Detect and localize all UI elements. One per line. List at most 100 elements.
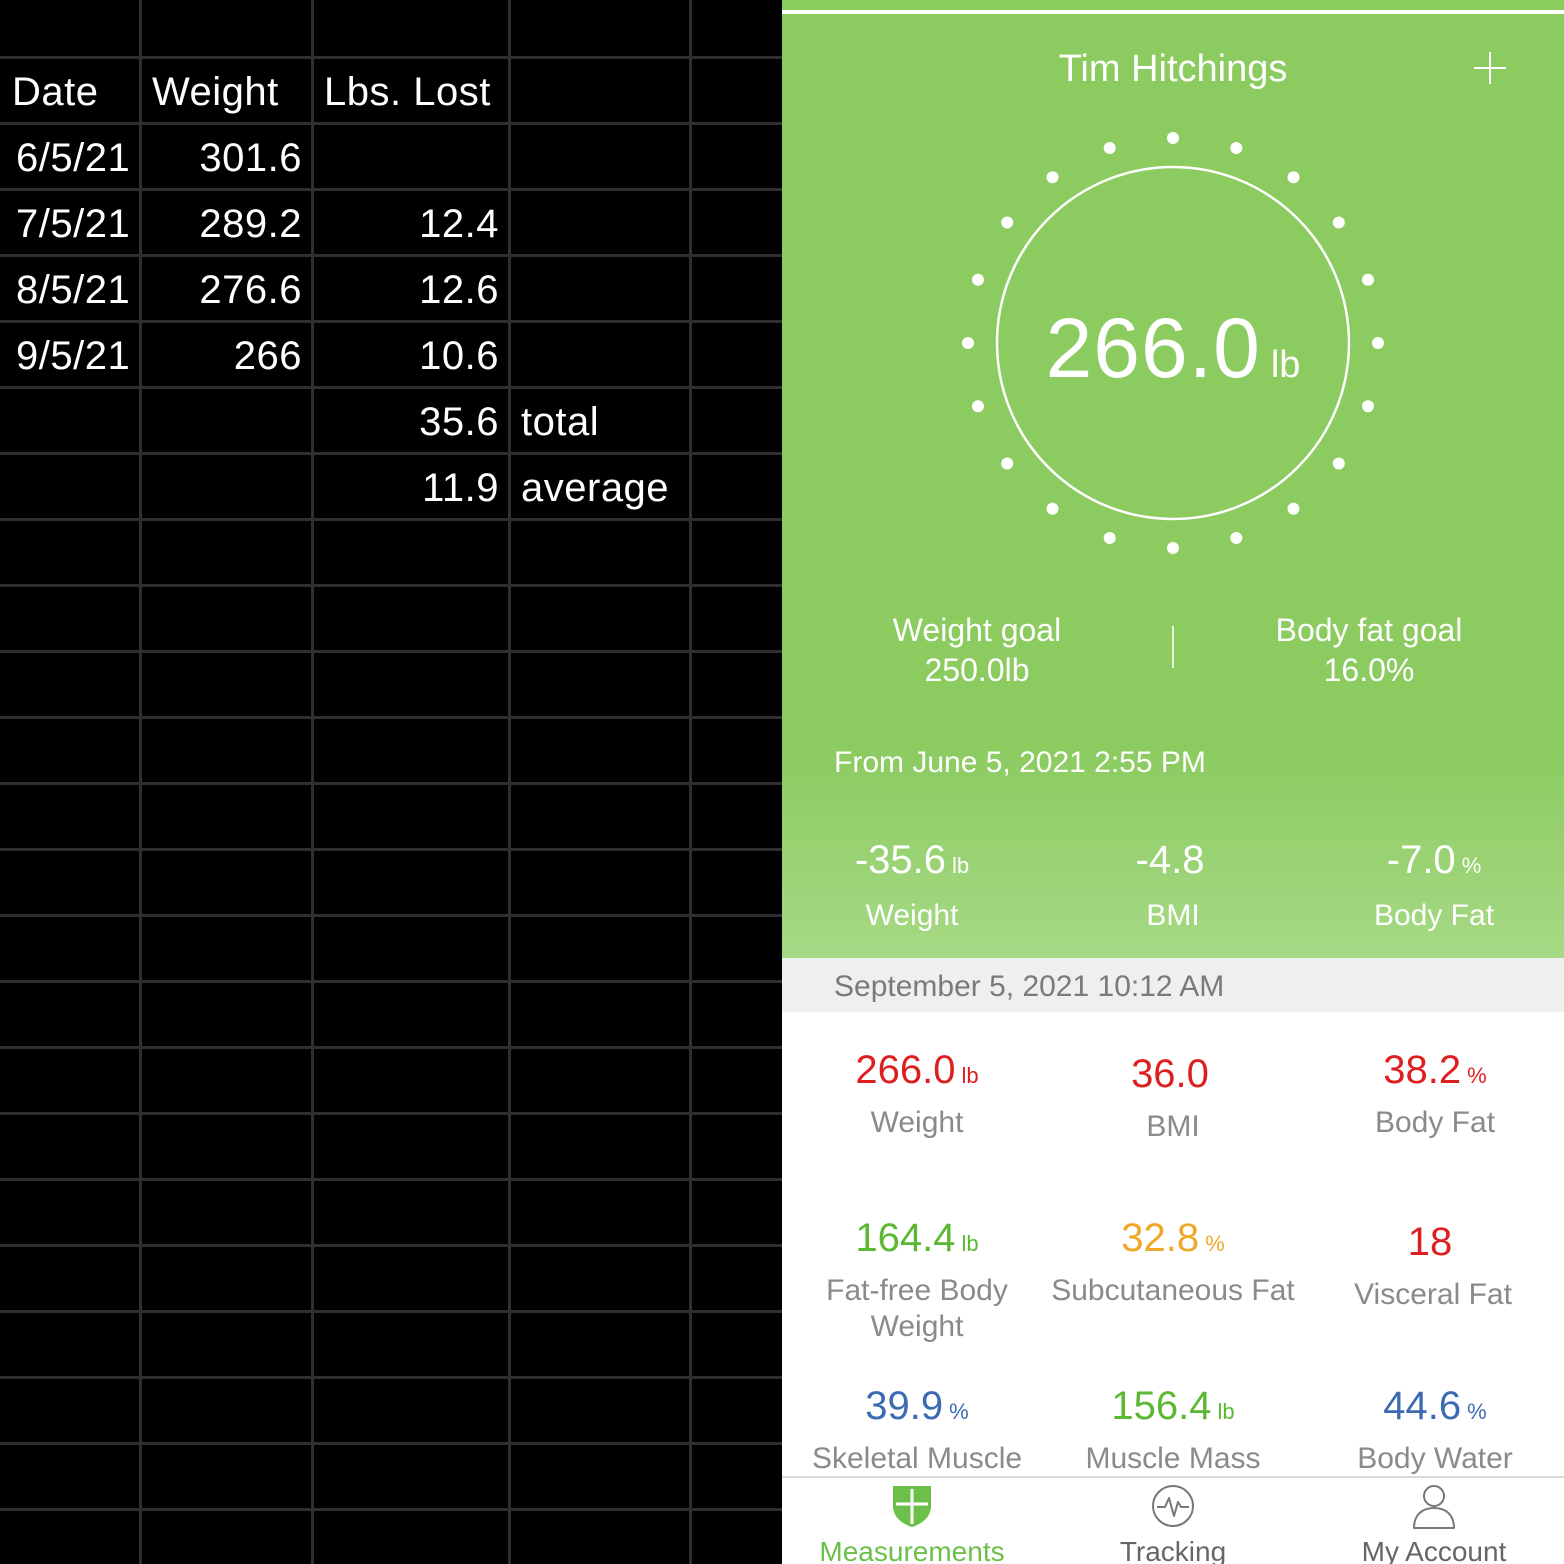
- cell-weight[interactable]: 266: [142, 323, 302, 389]
- nav-measurements[interactable]: Measurements: [782, 1480, 1042, 1564]
- cell-total-value[interactable]: 35.6: [314, 389, 499, 455]
- cell-date[interactable]: 9/5/21: [16, 323, 130, 389]
- delta-value: -35.6: [854, 838, 947, 882]
- body-fat-goal[interactable]: Body fat goal 16.0%: [1219, 610, 1519, 690]
- metric-unit: lb: [961, 1063, 979, 1088]
- grid-row-line: [0, 782, 782, 785]
- metric-value: 266.0: [855, 1048, 956, 1092]
- grid-row-line: [0, 1376, 782, 1379]
- metric-skeletal-muscle[interactable]: 39.9% Skeletal Muscle: [782, 1384, 1052, 1477]
- nav-label: Tracking: [1119, 1536, 1227, 1564]
- weight-goal-label: Weight goal: [892, 612, 1062, 648]
- nav-tracking[interactable]: Tracking: [1043, 1480, 1303, 1564]
- gauge-dot: [1001, 457, 1014, 470]
- metric-label: Visceral Fat: [1354, 1278, 1512, 1311]
- grid-row-line: [0, 1442, 782, 1445]
- metric-unit: lb: [961, 1231, 979, 1256]
- metric-bmi[interactable]: 36.0 BMI: [1038, 1052, 1308, 1145]
- cell-date[interactable]: 6/5/21: [16, 125, 130, 191]
- gauge-dot: [1332, 457, 1345, 470]
- gauge-dot: [1230, 532, 1243, 544]
- grid-row-line: [0, 584, 782, 587]
- metric-label: Weight: [870, 1106, 964, 1139]
- gauge-dot: [1103, 142, 1116, 154]
- metric-value: 32.8: [1121, 1216, 1200, 1260]
- delta-weight: -35.6 lb Weight: [782, 838, 1042, 933]
- metric-label: Body Fat: [1374, 1106, 1496, 1139]
- grid-row-line: [0, 1112, 782, 1115]
- cell-lbs-lost[interactable]: [314, 125, 499, 191]
- metric-body-water[interactable]: 44.6% Body Water: [1300, 1384, 1564, 1477]
- delta-label: BMI: [1146, 899, 1200, 932]
- header-date[interactable]: Date: [12, 59, 99, 125]
- grid-row-line: [0, 914, 782, 917]
- cell-lbs-lost[interactable]: 12.4: [314, 191, 499, 257]
- spreadsheet: Date Weight Lbs. Lost 6/5/21 301.6 7/5/2…: [0, 0, 782, 1564]
- measurement-date-bar: September 5, 2021 10:12 AM: [782, 958, 1564, 1012]
- metric-body-fat[interactable]: 38.2% Body Fat: [1300, 1048, 1564, 1141]
- gauge-dot: [1287, 171, 1300, 184]
- metric-subcutaneous-fat[interactable]: 32.8% Subcutaneous Fat: [1038, 1216, 1308, 1309]
- cell-weight[interactable]: 276.6: [142, 257, 302, 323]
- delta-value: -7.0: [1386, 838, 1456, 882]
- cell-date[interactable]: 8/5/21: [16, 257, 130, 323]
- gauge-dot: [1362, 400, 1374, 413]
- delta-label: Weight: [865, 899, 959, 932]
- metric-visceral-fat[interactable]: 18 Visceral Fat: [1298, 1220, 1564, 1313]
- from-date: From June 5, 2021 2:55 PM: [834, 746, 1206, 779]
- metric-fat-free-body-weight[interactable]: 164.4 lb Fat-free Body Weight: [782, 1216, 1052, 1345]
- metric-weight[interactable]: 266.0 lb Weight: [782, 1048, 1052, 1141]
- cell-average-value[interactable]: 11.9: [314, 455, 499, 521]
- grid-row-line: [0, 1508, 782, 1511]
- delta-unit: %: [1461, 853, 1482, 878]
- metric-muscle-mass[interactable]: 156.4 lb Muscle Mass: [1038, 1384, 1308, 1477]
- metric-unit: %: [1467, 1399, 1487, 1424]
- metric-value: 156.4: [1111, 1384, 1212, 1428]
- metric-label: Fat-free Body Weight: [826, 1274, 1008, 1343]
- weight-goal-value: 250.0lb: [924, 652, 1030, 688]
- weight-goal[interactable]: Weight goal 250.0lb: [827, 610, 1127, 690]
- metric-unit: %: [1205, 1231, 1225, 1256]
- bottom-nav-divider: [782, 1476, 1564, 1478]
- metric-label: Skeletal Muscle: [811, 1442, 1023, 1475]
- header-lbs-lost[interactable]: Lbs. Lost: [324, 59, 491, 125]
- current-weight-value: 266.0: [1045, 301, 1261, 395]
- gauge-dot: [1167, 132, 1179, 144]
- grid-row-line: [0, 848, 782, 851]
- gauge-dot: [1001, 216, 1014, 229]
- metric-unit: lb: [1217, 1399, 1235, 1424]
- body-fat-goal-label: Body fat goal: [1275, 612, 1463, 648]
- cell-total-label[interactable]: total: [521, 389, 599, 455]
- gauge-dot: [1167, 542, 1179, 554]
- delta-label: Body Fat: [1373, 899, 1495, 932]
- cell-weight[interactable]: 301.6: [142, 125, 302, 191]
- current-weight-display: 266.0 lb: [782, 300, 1564, 397]
- gauge-dot: [972, 400, 984, 413]
- nav-my-account[interactable]: My Account: [1304, 1480, 1564, 1564]
- cell-average-label[interactable]: average: [521, 455, 669, 521]
- grid-row-line: [0, 980, 782, 983]
- delta-value: -4.8: [1135, 838, 1205, 882]
- gauge-dot: [1362, 273, 1374, 286]
- person-icon: [1413, 1485, 1455, 1529]
- grid-row-line: [0, 716, 782, 719]
- metric-value: 44.6: [1383, 1384, 1462, 1428]
- grid-row-line: [0, 650, 782, 653]
- grid-row-line: [0, 1178, 782, 1181]
- metric-unit: %: [949, 1399, 969, 1424]
- cell-date[interactable]: 7/5/21: [16, 191, 130, 257]
- nav-label: My Account: [1361, 1536, 1507, 1564]
- metric-unit: %: [1467, 1063, 1487, 1088]
- metric-value: 39.9: [865, 1384, 944, 1428]
- header-weight[interactable]: Weight: [152, 59, 279, 125]
- shield-icon: [893, 1486, 931, 1527]
- body-fat-goal-value: 16.0%: [1323, 652, 1415, 688]
- delta-body-fat: -7.0% Body Fat: [1304, 838, 1564, 933]
- scale-app-screen: Tim Hitchings 266.0 lb Weight goal 250.0l…: [782, 0, 1564, 1564]
- metric-label: Muscle Mass: [1085, 1442, 1261, 1475]
- cell-lbs-lost[interactable]: 10.6: [314, 323, 499, 389]
- cell-lbs-lost[interactable]: 12.6: [314, 257, 499, 323]
- grid-row-line: [0, 1046, 782, 1049]
- metric-value: 164.4: [855, 1216, 956, 1260]
- cell-weight[interactable]: 289.2: [142, 191, 302, 257]
